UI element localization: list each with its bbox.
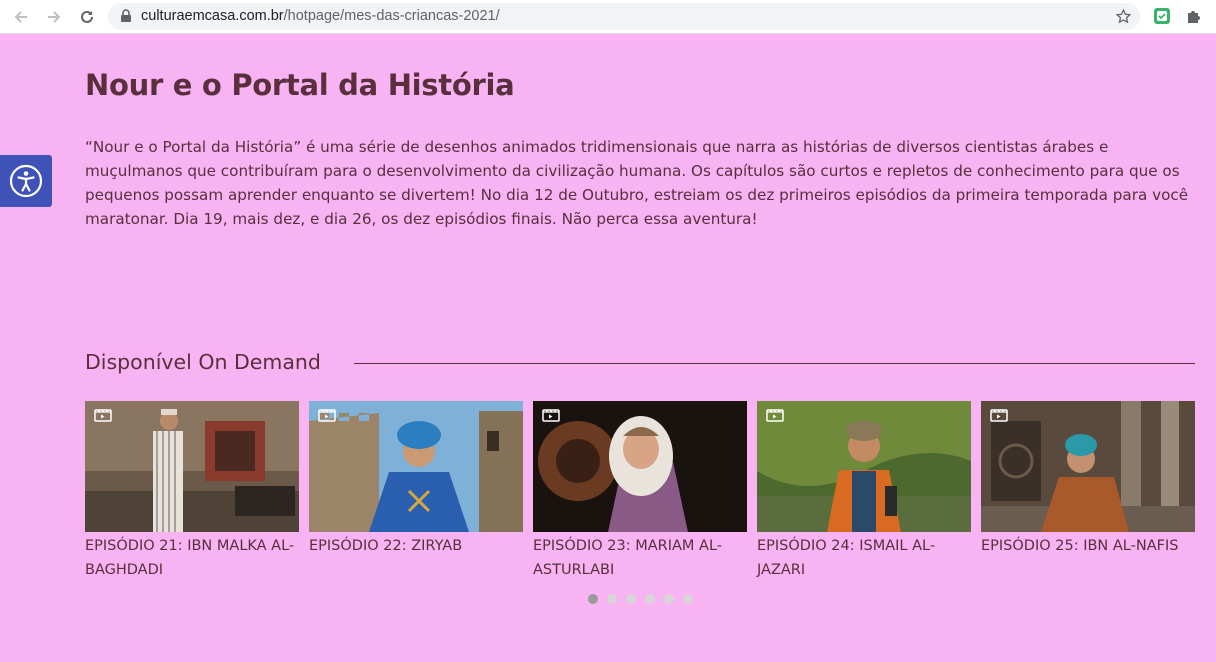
section-divider [354, 363, 1195, 364]
episode-thumbnail[interactable] [309, 401, 523, 532]
section-header: Disponível On Demand [85, 350, 1195, 378]
episode-card[interactable]: EPISÓDIO 22: ZIRYAB [309, 401, 523, 558]
carousel-dot[interactable] [607, 594, 617, 604]
episode-thumbnail[interactable] [757, 401, 971, 532]
episode-title[interactable]: EPISÓDIO 23: MARIAM AL-ASTURLABI [533, 534, 747, 582]
url-host: culturaemcasa.com.br [141, 8, 284, 24]
reload-button[interactable] [77, 7, 97, 27]
page-title: Nour e o Portal da História [85, 68, 515, 102]
extension-icon[interactable] [1153, 7, 1171, 25]
episode-title[interactable]: EPISÓDIO 21: IBN MALKA AL-BAGHDADI [85, 534, 299, 582]
episode-image [757, 401, 971, 532]
back-button[interactable] [11, 7, 31, 27]
arrow-right-icon [48, 11, 61, 23]
lock-icon [121, 9, 131, 22]
star-icon[interactable] [1115, 8, 1132, 25]
carousel-dot[interactable] [683, 594, 693, 604]
episode-title[interactable]: EPISÓDIO 25: IBN AL-NAFIS [981, 534, 1195, 558]
episode-thumbnail[interactable] [533, 401, 747, 532]
carousel-dot[interactable] [626, 594, 636, 604]
episode-image [309, 401, 523, 532]
episode-title[interactable]: EPISÓDIO 22: ZIRYAB [309, 534, 523, 558]
accessibility-icon [9, 164, 43, 198]
episode-title[interactable]: EPISÓDIO 24: ISMAIL AL-JAZARI [757, 534, 971, 582]
video-icon [94, 409, 112, 422]
episode-card[interactable]: EPISÓDIO 23: MARIAM AL-ASTURLABI [533, 401, 747, 582]
carousel-pagination [588, 594, 693, 604]
url-text: culturaemcasa.com.br/hotpage/mes-das-cri… [141, 8, 500, 24]
video-icon [990, 409, 1008, 422]
address-bar[interactable]: culturaemcasa.com.br/hotpage/mes-das-cri… [108, 3, 1140, 30]
forward-button[interactable] [44, 7, 64, 27]
carousel-dot[interactable] [664, 594, 674, 604]
section-title: Disponível On Demand [85, 350, 321, 374]
puzzle-icon[interactable] [1185, 7, 1203, 25]
video-icon [542, 409, 560, 422]
browser-toolbar: culturaemcasa.com.br/hotpage/mes-das-cri… [0, 0, 1216, 34]
episode-thumbnail[interactable] [981, 401, 1195, 532]
url-path: /hotpage/mes-das-criancas-2021/ [283, 8, 500, 24]
video-icon [766, 409, 784, 422]
episode-image [533, 401, 747, 532]
carousel-dot[interactable] [645, 594, 655, 604]
reload-icon [81, 10, 93, 23]
episode-image [981, 401, 1195, 532]
carousel-dot[interactable] [588, 594, 598, 604]
arrow-left-icon [14, 11, 27, 23]
accessibility-button[interactable] [0, 155, 52, 207]
episode-image [85, 401, 299, 532]
episode-carousel: EPISÓDIO 21: IBN MALKA AL-BAGHDADI EPISÓ… [85, 401, 1195, 581]
episode-card[interactable]: EPISÓDIO 25: IBN AL-NAFIS [981, 401, 1195, 558]
episode-thumbnail[interactable] [85, 401, 299, 532]
episode-card[interactable]: EPISÓDIO 21: IBN MALKA AL-BAGHDADI [85, 401, 299, 582]
page-description: “Nour e o Portal da História” é uma séri… [85, 138, 1189, 228]
video-icon [318, 409, 336, 422]
episode-card[interactable]: EPISÓDIO 24: ISMAIL AL-JAZARI [757, 401, 971, 582]
